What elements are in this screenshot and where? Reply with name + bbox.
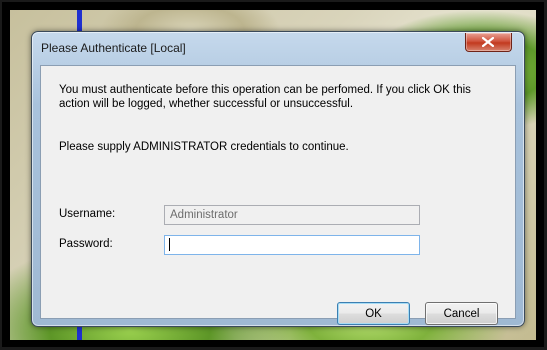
- ok-button[interactable]: OK: [337, 302, 410, 325]
- text-cursor: [169, 238, 170, 251]
- username-field: [164, 205, 420, 225]
- authenticate-dialog: Please Authenticate [Local] You must aut…: [31, 31, 525, 327]
- dialog-content: You must authenticate before this operat…: [40, 65, 516, 325]
- password-field[interactable]: [164, 235, 420, 255]
- cancel-button[interactable]: Cancel: [425, 302, 498, 325]
- auth-message: You must authenticate before this operat…: [59, 84, 471, 110]
- username-label: Username:: [59, 208, 116, 220]
- credentials-prompt: Please supply ADMINISTRATOR credentials …: [59, 141, 349, 153]
- close-icon: [482, 37, 494, 47]
- close-button[interactable]: [465, 33, 512, 52]
- screenshot-frame: Please Authenticate [Local] You must aut…: [2, 2, 544, 347]
- password-label: Password:: [59, 238, 113, 250]
- dialog-title: Please Authenticate [Local]: [41, 41, 186, 55]
